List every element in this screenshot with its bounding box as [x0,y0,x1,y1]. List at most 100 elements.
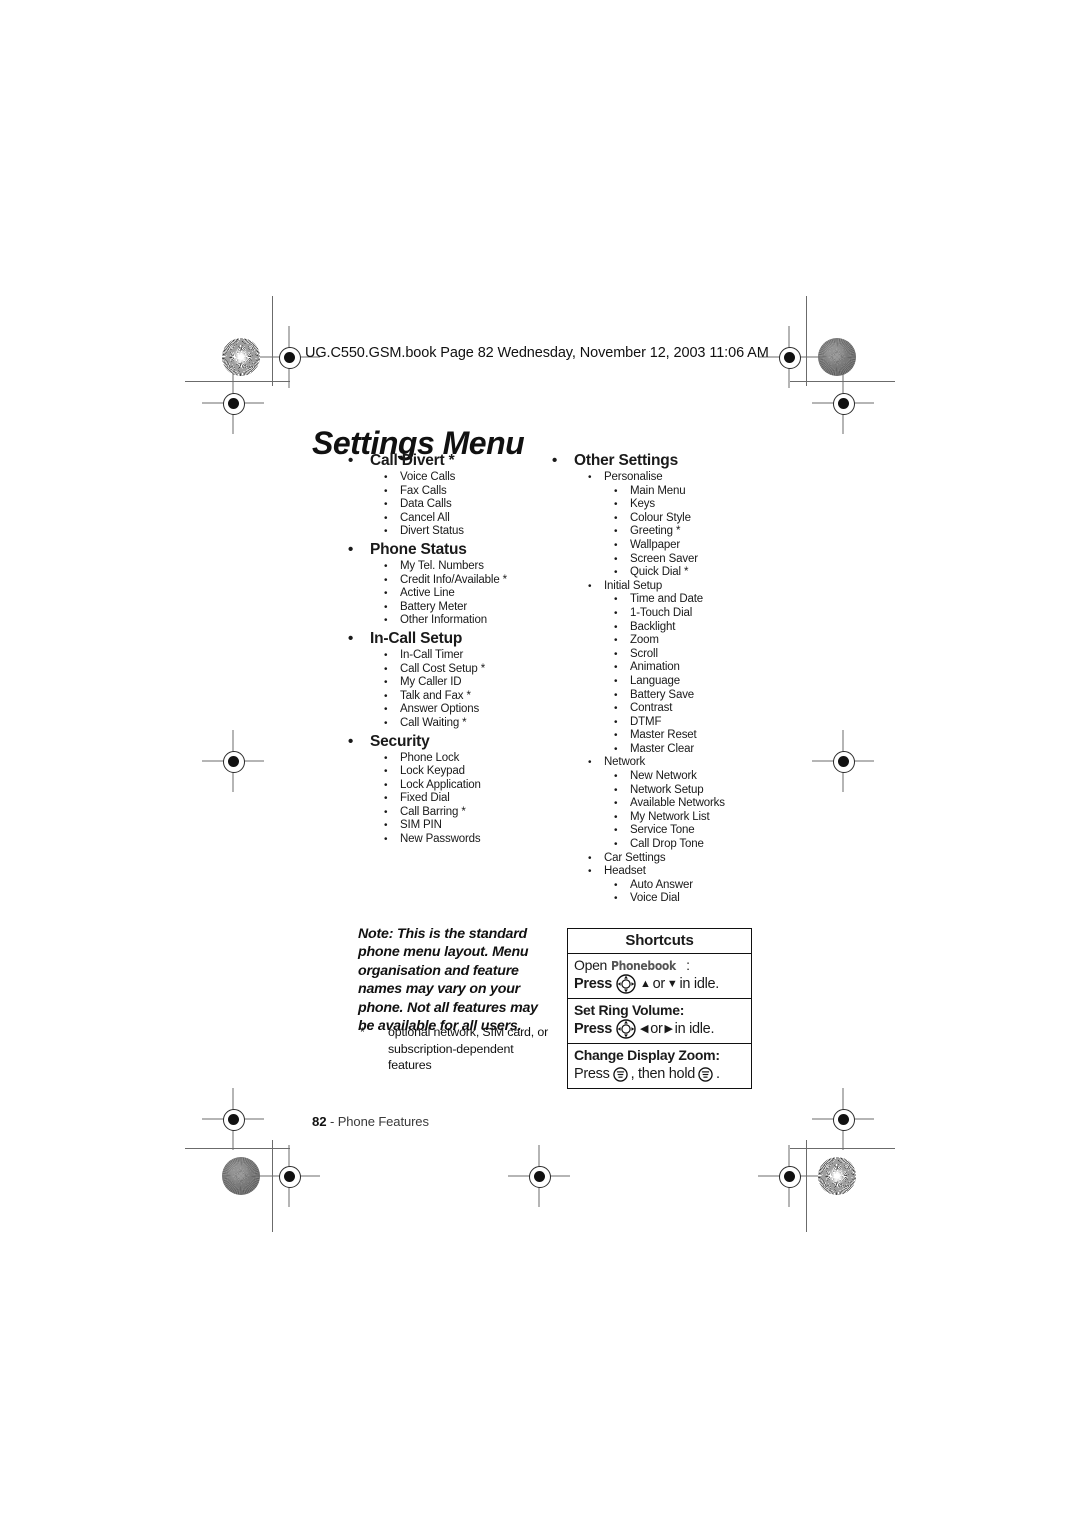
footnote-marker: * [360,1025,365,1039]
shortcut-connector: or [652,976,666,992]
menu-item-level-3: • Main Menu [552,485,802,499]
bullet-icon: • [614,675,618,687]
menu-item-level-3: • Backlight [552,621,802,635]
book-header-line: UG.C550.GSM.book Page 82 Wednesday, Nove… [305,345,769,361]
menu-item-level-1: • Security [348,731,563,752]
bullet-icon: • [384,485,388,497]
shortcuts-box: Shortcuts Open Phonebook: Press ▲ or ▼ in… [567,928,752,1089]
menu-item-level-2: • Call Waiting * [348,717,563,731]
menu-item-level-2: • In-Call Timer [348,649,563,663]
menu-item-label: Network Setup [630,783,704,796]
shortcut-press-word: Press [574,1021,613,1037]
menu-item-row: • Available Networks [552,797,802,811]
bullet-icon: • [614,621,618,633]
menu-column-left: • Call Divert * • Voice Calls • Fax Calls • Dat… [348,450,563,847]
menu-item-level-3: • Voice Dial [552,892,802,906]
menu-item-label: Headset [604,865,646,878]
menu-item-row: • My Caller ID [348,676,563,690]
menu-item-row: • Other Settings [552,450,802,471]
menu-item-label: Time and Date [630,593,704,606]
shortcut-label-suffix: : [686,957,690,973]
menu-item-level-2: • Cancel All [348,512,563,526]
bullet-icon: • [614,730,618,742]
bullet-icon: • [614,499,618,511]
menu-item-level-2: • Call Barring * [348,806,563,820]
menu-item-label: Greeting * [630,525,681,538]
shortcut-row: Set Ring Volume: Press ◀ or ▶ in idle. [568,999,751,1044]
menu-item-level-3: • Scroll [552,648,802,662]
menu-item-label: Network [604,756,646,769]
bullet-icon: • [384,649,388,661]
menu-item-row: • Voice Dial [552,892,802,906]
bullet-icon: • [614,662,618,674]
menu-item-label: Zoom [630,634,659,647]
shortcut-label: Open Phonebook: [574,957,745,974]
menu-item-level-3: • Language [552,675,802,689]
menu-item-level-3: • Auto Answer [552,879,802,893]
bullet-icon: • [588,472,592,483]
menu-item-label: Call Drop Tone [630,838,704,851]
menu-item-label: Wallpaper [630,538,680,551]
menu-item-row: • Contrast [552,702,802,716]
bullet-icon: • [614,526,618,538]
bullet-icon: • [614,607,618,619]
menu-item-label: Contrast [630,702,673,715]
menu-item-label: Main Menu [630,484,686,497]
menu-list-right: • Other Settings • Personalise • Main Menu • Ke… [552,450,802,906]
menu-item-row: • Keys [552,498,802,512]
menu-item-level-3: • Keys [552,498,802,512]
menu-item-level-3: • Time and Date [552,593,802,607]
menu-item-row: • New Network [552,770,802,784]
menu-item-row: • Phone Lock [348,752,563,766]
menu-item-row: • Active Line [348,587,563,601]
menu-item-level-3: • Animation [552,661,802,675]
shortcut-connector: , then hold [630,1066,696,1082]
bullet-icon: • [614,811,618,823]
menu-item-level-3: • Quick Dial * [552,566,802,580]
menu-item-level-2: • Network [552,756,802,770]
menu-item-label: Phone Status [370,540,467,558]
menu-item-label: Fax Calls [400,484,447,497]
menu-sublist: • Voice Calls • Fax Calls • Data Calls • Cancel… [348,471,563,539]
menu-item-level-2: • Voice Calls [348,471,563,485]
menu-item-label: Animation [630,661,680,674]
shortcut-row: Change Display Zoom: Press , then hold . [568,1044,751,1088]
bullet-icon: • [348,629,354,647]
menu-item-level-2: • Talk and Fax * [348,690,563,704]
bullet-icon: • [614,689,618,701]
bullet-icon: • [384,588,388,600]
bullet-icon: • [614,594,618,606]
shortcut-connector: or [650,1021,663,1037]
shortcut-label: Change Display Zoom: [574,1047,720,1063]
menu-item-row: • My Network List [552,811,802,825]
shortcut-row: Open Phonebook: Press ▲ or ▼ in idle. [568,954,751,999]
bullet-icon: • [384,820,388,832]
bullet-icon: • [614,893,618,905]
bullet-icon: • [614,635,618,647]
bullet-icon: • [588,580,592,592]
bullet-icon: • [384,806,388,818]
menu-item-row: • Headset [552,865,802,879]
menu-item-level-1: • Phone Status [348,539,563,560]
menu-item-label: Voice Calls [400,471,456,483]
note-block: Note: This is the standard phone menu la… [358,925,550,1035]
shortcuts-rows: Open Phonebook: Press ▲ or ▼ in idle. Set … [568,954,751,1088]
menu-item-row: • In-Call Setup [348,628,563,649]
menu-item-label: Other Settings [574,452,678,469]
menu-item-label: Battery Meter [400,600,468,613]
menu-sublist: • Time and Date • 1-Touch Dial • Backlight • Zo… [552,593,802,756]
bullet-icon: • [614,839,618,851]
menu-item-label: Lock Keypad [400,765,465,778]
menu-key-icon [612,1066,628,1082]
menu-item-row: • Quick Dial * [552,566,802,580]
menu-item-row: • Battery Meter [348,601,563,615]
menu-item-label: 1-Touch Dial [630,606,693,619]
menu-item-level-3: • Available Networks [552,797,802,811]
bullet-icon: • [348,540,354,558]
menu-item-label: Credit Info/Available * [400,573,507,586]
bullet-icon: • [348,452,354,469]
menu-item-label: Call Barring * [400,805,466,818]
shortcut-action: Press ◀ or ▶ in idle. [574,1019,745,1039]
footnote-block: * optional network, SIM card, or subscri… [360,1024,556,1074]
bullet-icon: • [614,648,618,660]
